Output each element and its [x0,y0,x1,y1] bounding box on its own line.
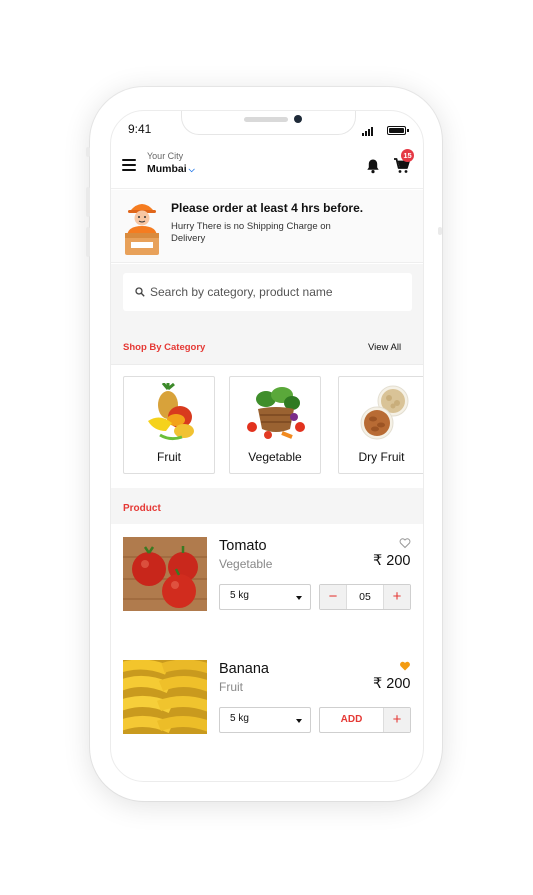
banana-image[interactable] [123,660,207,734]
menu-icon[interactable] [122,159,136,171]
fruit-image [148,383,194,441]
side-button [86,227,90,257]
dry-fruit-image [360,385,409,440]
status-time: 9:41 [128,122,152,136]
increment-button[interactable]: + [384,708,410,732]
delivery-person-icon [125,204,159,255]
notice-title: Please order at least 4 hrs before. [171,201,364,215]
product-header: Product [111,488,423,524]
category-label: Dry Fruit [358,450,405,464]
quantity-value: 05 [346,585,384,609]
battery-icon [387,126,409,135]
side-button [438,227,442,235]
decrement-button[interactable]: − [320,585,346,609]
add-to-cart-control: ADD + [319,707,411,733]
caret-down-icon [296,719,302,723]
category-list: Fruit Vegetable Dry Fruit [123,376,423,474]
city-selector[interactable]: Mumbai ⌵ [147,163,195,175]
product-price: ₹ 200 [373,553,411,569]
product-name: Banana [219,661,269,677]
cart-count-badge: 15 [401,149,414,162]
app-header: Your City Mumbai ⌵ 15 [111,145,423,189]
weight-select[interactable]: 5 kg [219,707,311,733]
heart-filled-icon[interactable] [399,660,411,672]
status-bar: 9:41 [111,111,423,143]
product-card: Tomato Vegetable ₹ 200 5 kg − 05 + [111,537,423,637]
search-section [111,264,423,328]
product-card: Banana Fruit ₹ 200 5 kg ADD + [111,660,423,760]
weight-select[interactable]: 5 kg [219,584,311,610]
category-card-vegetable[interactable]: Vegetable [229,376,321,474]
category-label: Fruit [157,450,181,464]
product-category: Fruit [219,680,243,694]
phone-frame: 9:41 Your City Mumbai ⌵ 15 Please order … [86,87,442,801]
category-section-title: Shop By Category [123,342,206,353]
signal-icon [362,127,373,136]
chevron-down-icon: ⌵ [188,165,195,174]
quantity-stepper: − 05 + [319,584,411,610]
caret-down-icon [296,596,302,600]
vegetable-image [247,387,305,439]
increment-button[interactable]: + [384,585,410,609]
search-input[interactable] [150,285,390,299]
search-icon [135,287,145,297]
city-value: Mumbai [147,163,187,175]
side-button [86,147,90,157]
bell-icon[interactable] [365,158,381,174]
category-header: Shop By Category View All [111,328,423,365]
product-category: Vegetable [219,557,273,571]
city-label: Your City [147,151,184,161]
product-section-title: Product [123,503,161,514]
delivery-notice: Please order at least 4 hrs before. Hurr… [111,190,423,263]
product-name: Tomato [219,538,267,554]
notice-subtitle: Hurry There is no Shipping Charge on Del… [171,221,331,244]
category-label: Vegetable [248,450,302,464]
weight-value: 5 kg [230,713,249,724]
app-screen: 9:41 Your City Mumbai ⌵ 15 Please order … [110,110,424,782]
product-price: ₹ 200 [373,676,411,692]
weight-value: 5 kg [230,590,249,601]
add-button[interactable]: ADD [320,708,384,732]
search-box[interactable] [123,273,412,311]
heart-outline-icon[interactable] [399,537,411,549]
tomato-image[interactable] [123,537,207,611]
side-button [86,187,90,217]
category-card-dry-fruit[interactable]: Dry Fruit [338,376,423,474]
view-all-link[interactable]: View All [368,342,401,353]
category-card-fruit[interactable]: Fruit [123,376,215,474]
